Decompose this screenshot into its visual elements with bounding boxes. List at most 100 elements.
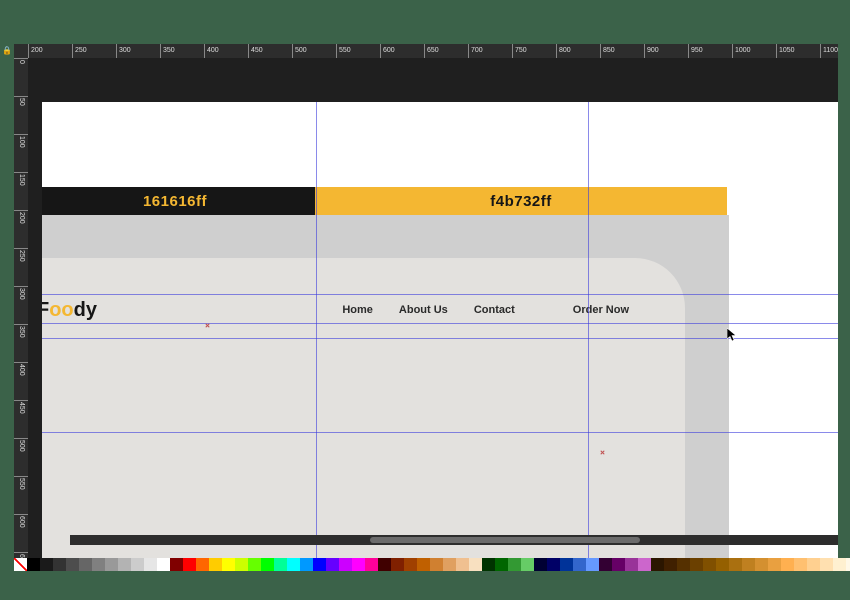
scrollbar-thumb[interactable] — [370, 537, 640, 543]
palette-swatch[interactable] — [573, 558, 586, 571]
palette-swatch[interactable] — [404, 558, 417, 571]
palette-swatch[interactable] — [300, 558, 313, 571]
palette-swatch[interactable] — [508, 558, 521, 571]
palette-swatch[interactable] — [716, 558, 729, 571]
palette-swatch[interactable] — [417, 558, 430, 571]
guide-vertical[interactable] — [588, 102, 589, 558]
palette-swatch[interactable] — [586, 558, 599, 571]
palette-swatch[interactable] — [547, 558, 560, 571]
palette-swatch[interactable] — [703, 558, 716, 571]
horizontal-ruler[interactable]: 2002503003504004505005506006507007508008… — [14, 44, 838, 58]
nav-order[interactable]: Order Now — [573, 304, 629, 316]
palette-swatch[interactable] — [131, 558, 144, 571]
palette-swatch[interactable] — [430, 558, 443, 571]
palette-swatch[interactable] — [92, 558, 105, 571]
guide-horizontal[interactable] — [42, 338, 838, 339]
canvas[interactable]: 161616ff f4b732ff Foody Home About Us Co… — [42, 102, 838, 558]
nav-home[interactable]: Home — [342, 304, 373, 316]
ruler-tick: 0 — [14, 58, 28, 64]
palette-swatch[interactable] — [664, 558, 677, 571]
lock-icon: 🔒 — [2, 46, 12, 56]
palette-swatch[interactable] — [677, 558, 690, 571]
swatch-yellow[interactable]: f4b732ff — [315, 187, 727, 215]
swatch-none[interactable] — [14, 558, 27, 571]
guide-horizontal[interactable] — [42, 432, 838, 433]
ruler-tick: 400 — [204, 44, 219, 58]
palette-swatch[interactable] — [40, 558, 53, 571]
ruler-tick: 450 — [14, 400, 28, 414]
palette-swatch[interactable] — [456, 558, 469, 571]
palette-swatch[interactable] — [352, 558, 365, 571]
guide-vertical[interactable] — [316, 102, 317, 558]
document: 161616ff f4b732ff Foody Home About Us Co… — [42, 102, 838, 558]
palette-swatch[interactable] — [443, 558, 456, 571]
ruler-tick: 300 — [116, 44, 131, 58]
palette-swatch[interactable] — [313, 558, 326, 571]
palette-swatch[interactable] — [469, 558, 482, 571]
nav-about[interactable]: About Us — [399, 304, 448, 316]
palette-swatch[interactable] — [768, 558, 781, 571]
palette-swatch[interactable] — [222, 558, 235, 571]
ruler-tick: 500 — [292, 44, 307, 58]
palette-swatch[interactable] — [846, 558, 850, 571]
horizontal-scrollbar[interactable] — [70, 535, 838, 545]
ruler-tick: 550 — [14, 476, 28, 490]
palette-swatch[interactable] — [66, 558, 79, 571]
palette-swatch[interactable] — [755, 558, 768, 571]
palette-swatch[interactable] — [209, 558, 222, 571]
palette-swatch[interactable] — [560, 558, 573, 571]
palette-swatch[interactable] — [391, 558, 404, 571]
palette-swatch[interactable] — [625, 558, 638, 571]
ruler-tick: 150 — [14, 172, 28, 186]
ruler-tick: 550 — [336, 44, 351, 58]
palette-swatch[interactable] — [612, 558, 625, 571]
palette-swatch[interactable] — [495, 558, 508, 571]
palette-swatch[interactable] — [534, 558, 547, 571]
vertical-ruler[interactable]: 050100150200250300350400450500550600650 — [14, 44, 28, 558]
palette-swatch[interactable] — [144, 558, 157, 571]
palette-swatch[interactable] — [365, 558, 378, 571]
palette-swatch[interactable] — [235, 558, 248, 571]
palette-swatch[interactable] — [651, 558, 664, 571]
palette-swatch[interactable] — [794, 558, 807, 571]
swatch-dark[interactable]: 161616ff — [42, 187, 315, 215]
ruler-corner — [14, 44, 28, 58]
palette-swatch[interactable] — [261, 558, 274, 571]
palette-swatch[interactable] — [326, 558, 339, 571]
palette-swatch[interactable] — [599, 558, 612, 571]
palette-swatch[interactable] — [378, 558, 391, 571]
palette-swatch[interactable] — [638, 558, 651, 571]
palette-swatch[interactable] — [79, 558, 92, 571]
palette-swatch[interactable] — [170, 558, 183, 571]
palette-swatch[interactable] — [196, 558, 209, 571]
palette-swatch[interactable] — [287, 558, 300, 571]
palette-swatch[interactable] — [521, 558, 534, 571]
ruler-tick: 450 — [248, 44, 263, 58]
ruler-tick: 700 — [468, 44, 483, 58]
editor-window: 161616ff f4b732ff Foody Home About Us Co… — [14, 44, 838, 558]
palette-swatch[interactable] — [729, 558, 742, 571]
palette-swatch[interactable] — [105, 558, 118, 571]
palette-swatch[interactable] — [807, 558, 820, 571]
ruler-tick: 400 — [14, 362, 28, 376]
palette-swatch[interactable] — [53, 558, 66, 571]
palette-swatch[interactable] — [118, 558, 131, 571]
palette-swatch[interactable] — [27, 558, 40, 571]
guide-horizontal[interactable] — [42, 294, 838, 295]
color-palette[interactable] — [14, 558, 838, 571]
palette-swatch[interactable] — [690, 558, 703, 571]
palette-swatch[interactable] — [248, 558, 261, 571]
guide-horizontal[interactable] — [42, 323, 838, 324]
nav-contact[interactable]: Contact — [474, 304, 515, 316]
palette-swatch[interactable] — [339, 558, 352, 571]
palette-swatch[interactable] — [820, 558, 833, 571]
palette-swatch[interactable] — [482, 558, 495, 571]
palette-swatch[interactable] — [183, 558, 196, 571]
ruler-tick: 600 — [380, 44, 395, 58]
palette-swatch[interactable] — [157, 558, 170, 571]
palette-swatch[interactable] — [781, 558, 794, 571]
palette-swatch[interactable] — [742, 558, 755, 571]
ruler-tick: 350 — [14, 324, 28, 338]
palette-swatch[interactable] — [274, 558, 287, 571]
palette-swatch[interactable] — [833, 558, 846, 571]
